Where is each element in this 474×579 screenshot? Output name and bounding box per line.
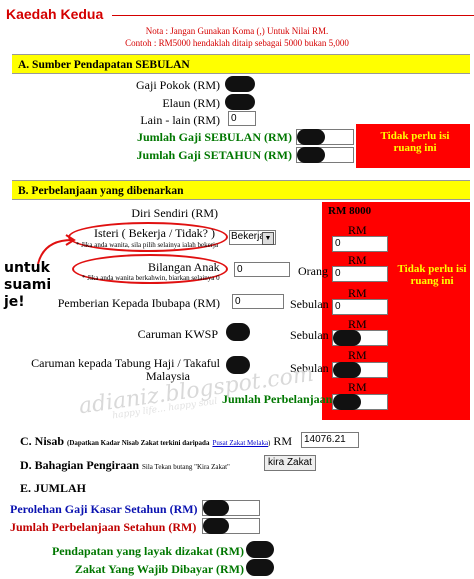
pengiraan-row: D. Bahagian Pengiraan Sila Tekan butang … — [20, 458, 230, 473]
perolehan-label: Perolehan Gaji Kasar Setahun (RM) — [10, 502, 198, 516]
section-a-box-text: Tidak perlu isi ruang ini — [380, 130, 450, 154]
nisab-note-end: ) — [268, 439, 271, 447]
gaji-pokok-label: Gaji Pokok (RM) — [136, 78, 220, 92]
section-b-header: B. Perbelanjaan yang dibenarkan — [12, 180, 470, 200]
kwsp-rm-blot — [333, 330, 361, 346]
gaji-pokok-input[interactable] — [225, 76, 255, 92]
perbelanjaan-setahun-blot — [203, 518, 229, 534]
kwsp-input[interactable] — [226, 323, 250, 341]
title-divider — [112, 15, 474, 16]
diri-sendiri-label: Diri Sendiri (RM) — [131, 206, 218, 220]
kwsp-label: Caruman KWSP — [137, 327, 218, 341]
nisab-rm-label: RM — [273, 434, 293, 448]
lain-lain-input[interactable]: 0 — [228, 111, 256, 126]
anak-note: * Jika anda wanita berkahwin, biarkan se… — [82, 274, 220, 282]
pusat-zakat-link[interactable]: Pusat Zakat Melaka — [212, 439, 268, 447]
zakat-wajib-label: Zakat Yang Wajib Dibayar (RM) — [74, 562, 244, 576]
pengiraan-note: Sila Tekan butang "Kira Zakat" — [142, 463, 230, 471]
anak-label: Bilangan Anak — [148, 260, 220, 274]
perolehan-blot — [203, 500, 229, 516]
ibubapa-input[interactable]: 0 — [232, 294, 284, 309]
anak-input[interactable]: 0 — [234, 262, 290, 277]
nisab-input[interactable]: 14076.21 — [301, 432, 359, 448]
elaun-input[interactable] — [225, 94, 255, 110]
section-a-header: A. Sumber Pendapatan SEBULAN — [12, 54, 470, 74]
jumlah-section-label: E. JUMLAH — [20, 481, 86, 495]
isteri-select[interactable]: Bekerja ▼ — [229, 230, 276, 245]
isteri-note: * Jika anda wanita, sila pilih selainya … — [76, 241, 219, 249]
nisab-label: C. Nisab — [20, 434, 65, 448]
page-title: Kaedah Kedua — [6, 6, 104, 22]
layak-dizakat-output — [246, 541, 274, 558]
elaun-label: Elaun (RM) — [162, 96, 220, 110]
jumlah-sebulan-label: Jumlah Gaji SEBULAN (RM) — [136, 130, 292, 144]
rm-label-tabung: RM — [348, 348, 367, 362]
isteri-select-value: Bekerja — [231, 231, 265, 242]
sebulan-label-ibubapa: Sebulan — [290, 297, 329, 311]
isteri-rm-output: 0 — [332, 236, 388, 252]
note-line-2: Contoh : RM5000 hendaklah ditaip sebagai… — [125, 38, 349, 48]
isteri-label: Isteri ( Bekerja / Tidak? ) — [94, 226, 215, 240]
perbelanjaan-setahun-label: Jumlah Perbelanjaan Setahun (RM) — [10, 520, 197, 534]
sebulan-label-kwsp: Sebulan — [290, 328, 329, 342]
anak-rm-output: 0 — [332, 266, 388, 282]
layak-dizakat-label: Pendapatan yang layak dizakat (RM) — [51, 544, 244, 558]
jumlah-setahun-blot — [297, 147, 325, 163]
kira-zakat-button[interactable]: kira Zakat — [264, 455, 316, 471]
ibubapa-rm-output: 0 — [332, 299, 388, 315]
nisab-row: C. Nisab (Dapatkan Kadar Nisab Zakat ter… — [20, 434, 292, 449]
zakat-wajib-output — [246, 559, 274, 576]
tabung-rm-blot — [333, 362, 361, 378]
rm-8000-label: RM 8000 — [328, 205, 372, 217]
pengiraan-label: D. Bahagian Pengiraan — [20, 458, 140, 472]
annotation-arrow — [37, 234, 76, 265]
orang-label: Orang — [298, 264, 328, 278]
jumlah-setahun-label: Jumlah Gaji SETAHUN (RM) — [136, 148, 292, 162]
lain-lain-label: Lain - lain (RM) — [140, 113, 220, 127]
rm-label-jumlah: RM — [348, 380, 367, 394]
ibubapa-label: Pemberian Kepada Ibubapa (RM) — [57, 296, 220, 310]
chevron-down-icon: ▼ — [262, 232, 274, 245]
jumlah-perbelanjaan-blot — [333, 394, 361, 410]
note-line-1: Nota : Jangan Gunakan Koma (,) Untuk Nil… — [145, 26, 329, 36]
nisab-note: (Dapatkan Kadar Nisab Zakat terkini dari… — [67, 439, 210, 447]
jumlah-sebulan-blot — [297, 129, 325, 145]
section-b-box-text: Tidak perlu isi ruang ini — [397, 263, 467, 287]
